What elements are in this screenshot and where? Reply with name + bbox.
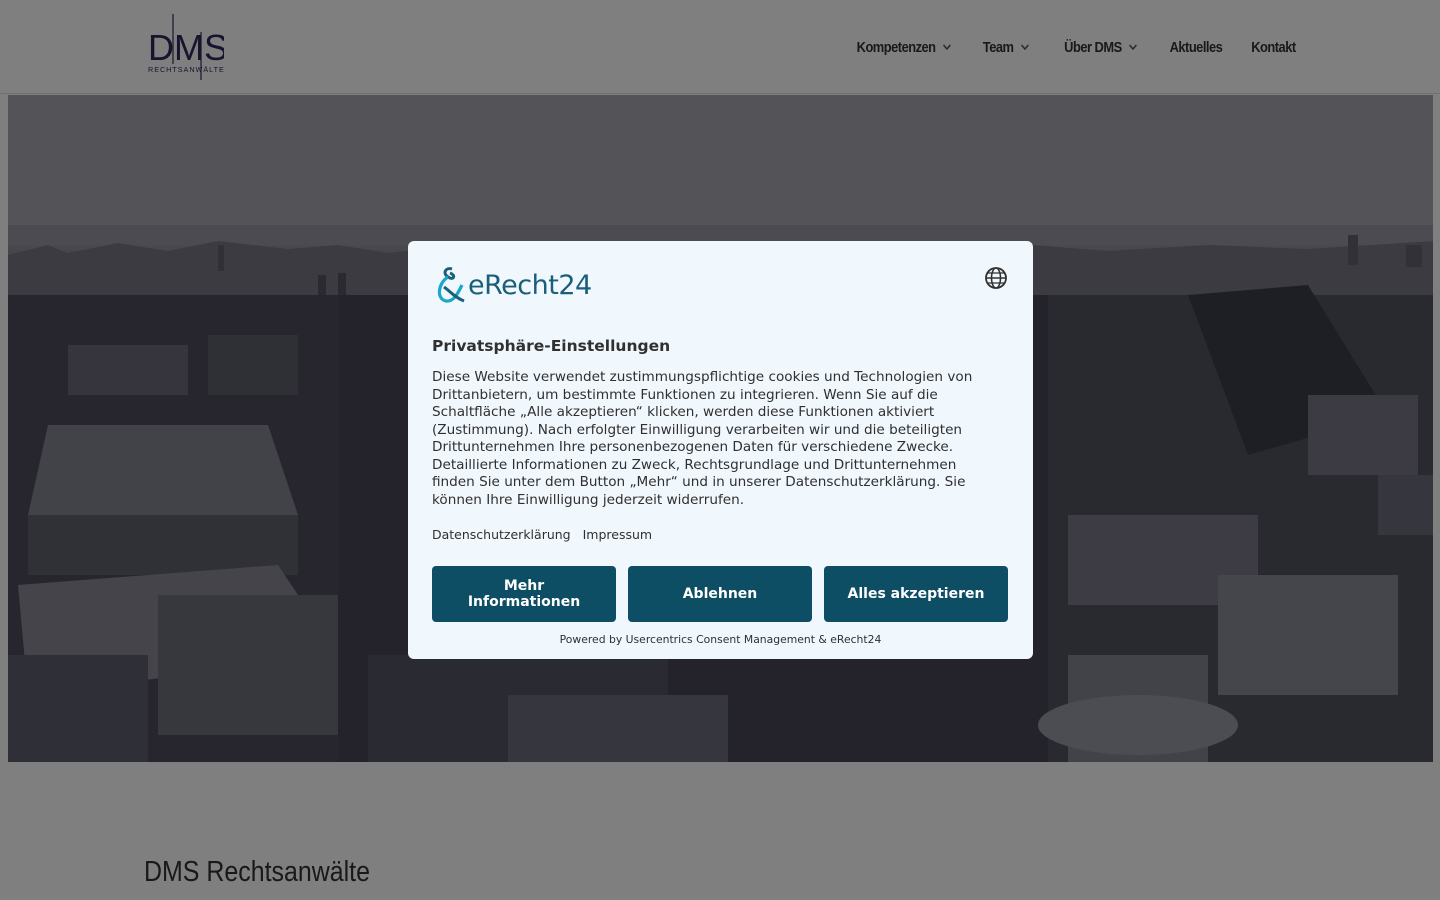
consent-line: finden Sie unter dem Button „Mehr“ und i… xyxy=(432,474,966,490)
consent-line: (Zustimmung). Nach erfolgter Einwilligun… xyxy=(432,421,963,438)
powered-by-text: Powered by Usercentrics Consent Manageme… xyxy=(559,633,882,646)
consent-line: Drittunternehmen Ihre personenbezogenen … xyxy=(432,439,954,455)
decline-button[interactable]: Ablehnen xyxy=(628,566,812,622)
erecht24-logo-icon xyxy=(437,267,465,303)
consent-line: Drittanbietern, um bestimmte Funktionen … xyxy=(432,386,938,403)
consent-line: können Ihre Einwilligung jederzeit wider… xyxy=(432,491,745,508)
more-info-button[interactable]: Mehr Informationen xyxy=(432,566,616,622)
accept-all-button[interactable]: Alles akzeptieren xyxy=(824,566,1008,622)
consent-line: Schaltfläche „Alle akzeptieren“ klicken,… xyxy=(432,404,935,420)
consent-line: Detaillierte Informationen zu Zweck, Rec… xyxy=(432,456,957,473)
privacy-policy-link[interactable]: Datenschutzerklärung xyxy=(432,527,571,542)
erecht24-brand: eRecht24 xyxy=(432,265,592,305)
consent-title: Privatsphäre-Einstellungen xyxy=(432,337,671,355)
globe-icon[interactable] xyxy=(983,265,1009,291)
imprint-link[interactable]: Impressum xyxy=(583,527,652,542)
consent-dialog: eRecht24 Privatsphäre-Einstellungen Dies… xyxy=(408,241,1033,659)
consent-description: Diese Website verwendet zustimmungspflic… xyxy=(432,369,1012,509)
consent-buttons: Mehr Informationen Ablehnen Alles akzept… xyxy=(432,566,1008,622)
brand-name: eRecht24 xyxy=(468,269,592,301)
consent-line: Diese Website verwendet zustimmungspflic… xyxy=(432,369,973,385)
consent-links: Datenschutzerklärung Impressum xyxy=(432,527,652,542)
